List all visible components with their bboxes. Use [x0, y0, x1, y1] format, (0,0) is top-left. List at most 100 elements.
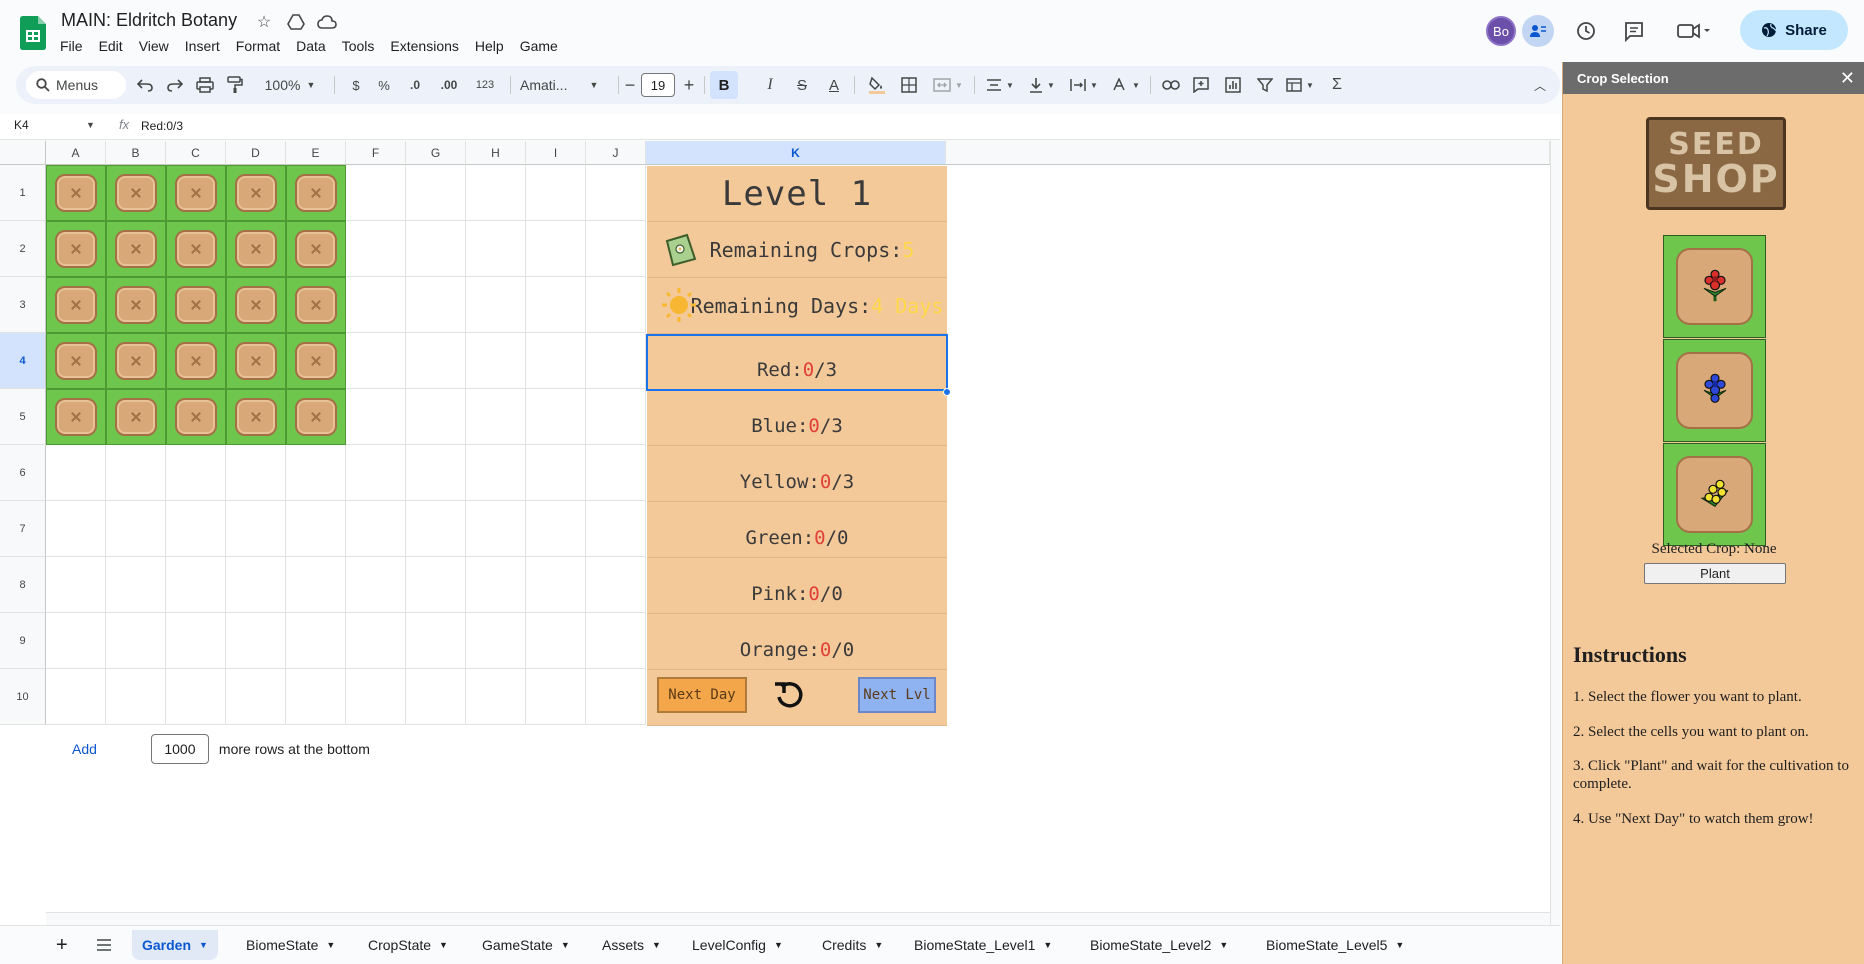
grid-cell[interactable]: [526, 557, 586, 613]
zoom-select[interactable]: 100% ▼: [260, 66, 320, 104]
grid-cell[interactable]: [586, 333, 646, 389]
garden-plot[interactable]: [46, 221, 106, 277]
column-header-j[interactable]: J: [586, 141, 646, 165]
garden-plot[interactable]: [106, 333, 166, 389]
grid-cell[interactable]: [226, 557, 286, 613]
increase-font-size-button[interactable]: +: [679, 66, 699, 104]
merge-cells-icon[interactable]: ▼: [928, 66, 968, 104]
grid-cell[interactable]: [286, 501, 346, 557]
grid-cell[interactable]: [466, 501, 526, 557]
move-to-drive-icon[interactable]: [286, 12, 306, 32]
grid-cell[interactable]: [586, 221, 646, 277]
column-header-i[interactable]: I: [526, 141, 586, 165]
next-level-button[interactable]: Next Lvl: [858, 677, 936, 713]
grid-cell[interactable]: [466, 613, 526, 669]
column-header-a[interactable]: A: [46, 141, 106, 165]
sheet-tab-gamestate[interactable]: GameState ▼: [472, 930, 580, 960]
garden-plot[interactable]: [106, 277, 166, 333]
grid-cell[interactable]: [46, 669, 106, 725]
garden-plot[interactable]: [286, 165, 346, 221]
grid-cell[interactable]: [286, 445, 346, 501]
fill-handle[interactable]: [943, 388, 951, 396]
grid-cell[interactable]: [586, 557, 646, 613]
avatar[interactable]: Bo: [1486, 16, 1516, 46]
red-count-cell[interactable]: Red: 0/3: [647, 334, 947, 390]
sheet-tab-assets[interactable]: Assets ▼: [592, 930, 671, 960]
sheet-tab-biomestate[interactable]: BiomeState ▼: [236, 930, 345, 960]
garden-plot[interactable]: [46, 165, 106, 221]
row-header-6[interactable]: 6: [0, 445, 46, 501]
document-title[interactable]: MAIN: Eldritch Botany: [61, 10, 237, 31]
row-header-7[interactable]: 7: [0, 501, 46, 557]
filter-icon[interactable]: [1252, 66, 1278, 104]
chevron-down-icon[interactable]: ▼: [652, 940, 661, 950]
grid-cell[interactable]: [106, 669, 166, 725]
grid-cell[interactable]: [586, 165, 646, 221]
refresh-icon[interactable]: [770, 677, 810, 713]
horizontal-scrollbar[interactable]: [46, 912, 1550, 925]
grid-cell[interactable]: [166, 613, 226, 669]
number-format-button[interactable]: 123: [470, 66, 500, 104]
cloud-status-icon[interactable]: [317, 12, 337, 32]
grid-cell[interactable]: [586, 389, 646, 445]
grid-cell[interactable]: [346, 389, 406, 445]
grid-cell[interactable]: [466, 165, 526, 221]
column-header-c[interactable]: C: [166, 141, 226, 165]
grid-cell[interactable]: [466, 277, 526, 333]
grid-cell[interactable]: [346, 669, 406, 725]
grid-cell[interactable]: [226, 501, 286, 557]
garden-plot[interactable]: [226, 221, 286, 277]
fill-color-icon[interactable]: [864, 66, 890, 104]
sheet-tab-biomestate-level5[interactable]: BiomeState_Level5 ▼: [1256, 930, 1414, 960]
history-icon[interactable]: [1570, 15, 1602, 47]
grid-cell[interactable]: [226, 613, 286, 669]
share-button[interactable]: Share: [1740, 10, 1848, 50]
grid-cell[interactable]: [526, 445, 586, 501]
grid-cell[interactable]: [226, 445, 286, 501]
column-header-b[interactable]: B: [106, 141, 166, 165]
red-flower-option[interactable]: [1663, 235, 1766, 338]
grid-cell[interactable]: [406, 669, 466, 725]
grid-cell[interactable]: [286, 557, 346, 613]
garden-plot[interactable]: [226, 277, 286, 333]
grid-cell[interactable]: [586, 669, 646, 725]
rows-count-input[interactable]: 1000: [150, 734, 209, 764]
menu-game[interactable]: Game: [512, 36, 566, 56]
garden-plot[interactable]: [166, 221, 226, 277]
garden-plot[interactable]: [226, 389, 286, 445]
grid-cell[interactable]: [106, 501, 166, 557]
formula-input[interactable]: Red:0/3: [141, 119, 183, 133]
garden-plot[interactable]: [226, 165, 286, 221]
grid-cell[interactable]: [166, 557, 226, 613]
sheet-tab-levelconfig[interactable]: LevelConfig ▼: [682, 930, 793, 960]
garden-plot[interactable]: [46, 277, 106, 333]
vertical-align-icon[interactable]: ▼: [1024, 66, 1060, 104]
remaining-crops-cell[interactable]: Remaining Crops: 5: [647, 222, 947, 278]
row-header-8[interactable]: 8: [0, 557, 46, 613]
garden-plot[interactable]: [106, 221, 166, 277]
grid-cell[interactable]: [346, 221, 406, 277]
activity-dashboard-button[interactable]: [1522, 15, 1554, 47]
grid-cell[interactable]: [466, 389, 526, 445]
menu-view[interactable]: View: [131, 36, 177, 56]
increase-decimal-button[interactable]: .00: [434, 66, 464, 104]
green-count-cell[interactable]: Green: 0/0: [647, 502, 947, 558]
row-header-1[interactable]: 1: [0, 165, 46, 221]
row-header-9[interactable]: 9: [0, 613, 46, 669]
currency-format-button[interactable]: $: [346, 66, 366, 104]
functions-button[interactable]: Σ: [1324, 66, 1350, 104]
decrease-decimal-button[interactable]: .0: [402, 66, 428, 104]
garden-plot[interactable]: [106, 165, 166, 221]
spreadsheet-grid[interactable]: ABCDEFGHIJK 1 2 3 4 5 6 7 8 9 10 Level 1 Remainin…: [0, 141, 1560, 925]
grid-cell[interactable]: [106, 557, 166, 613]
strikethrough-button[interactable]: S: [790, 66, 814, 104]
undo-icon[interactable]: [132, 66, 158, 104]
grid-cell[interactable]: [466, 333, 526, 389]
menu-file[interactable]: File: [52, 36, 91, 56]
comment-icon[interactable]: [1618, 15, 1650, 47]
insert-link-icon[interactable]: [1158, 66, 1184, 104]
garden-plot[interactable]: [226, 333, 286, 389]
print-icon[interactable]: [192, 66, 218, 104]
grid-cell[interactable]: [166, 501, 226, 557]
insert-comment-icon[interactable]: [1188, 66, 1214, 104]
